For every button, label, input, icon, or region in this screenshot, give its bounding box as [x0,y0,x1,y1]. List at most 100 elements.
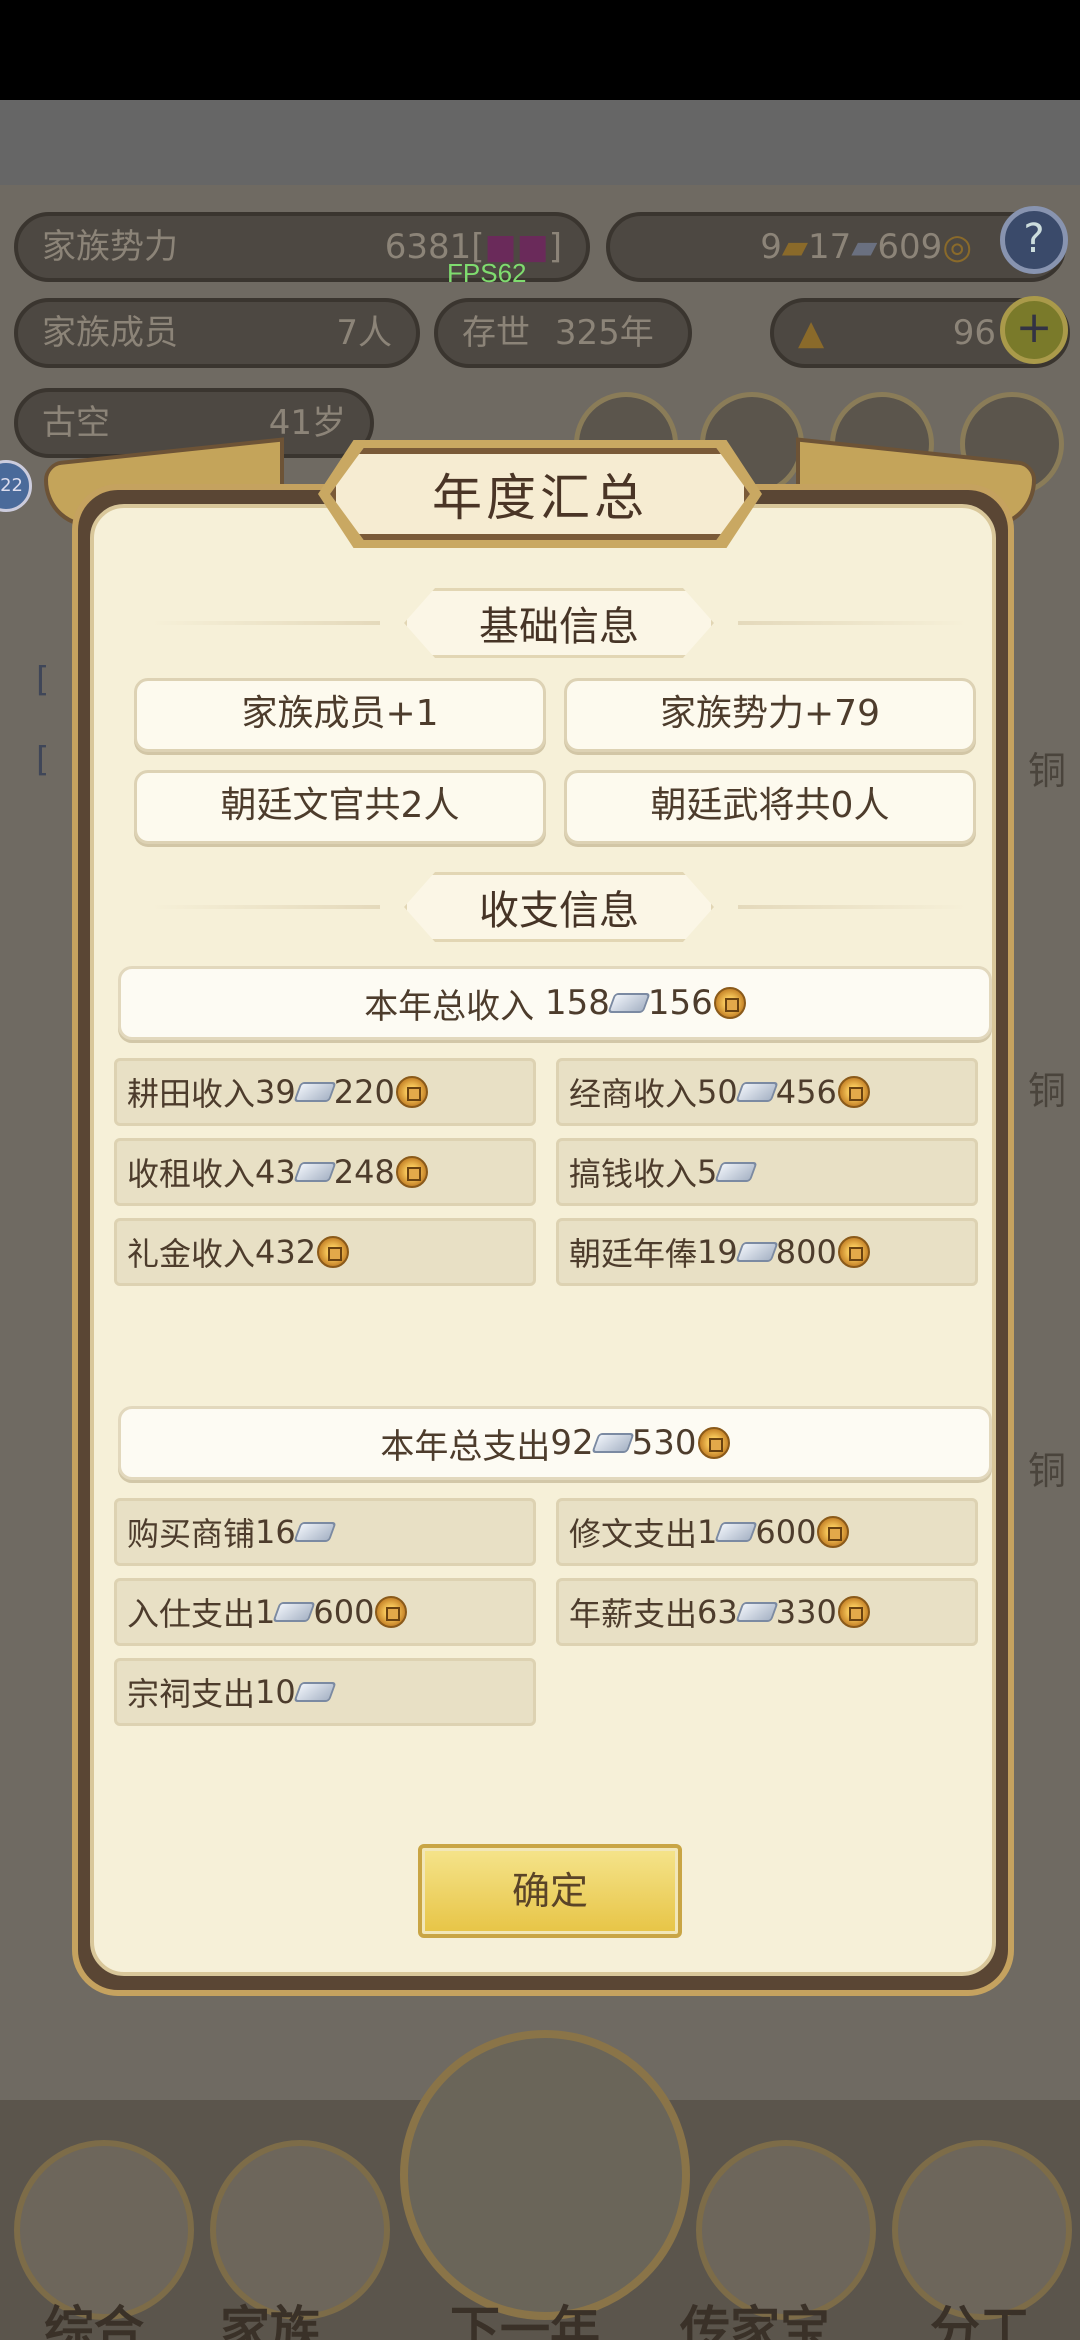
silver-ingot-icon [293,1682,337,1702]
generation-label: 存世 [462,313,530,353]
family-members-pill: 家族成员 7人 [14,298,420,368]
expense-item: 年薪支出 63 330 [556,1578,978,1646]
income-total-bar: 本年总收入 158 156 [118,966,992,1040]
basic-info-item: 朝廷武将共0人 [564,770,976,844]
expense-item-coin: 330 [775,1593,837,1631]
expense-item-silver: 10 [255,1673,296,1711]
gold-ingot-icon: ▲ [798,313,825,353]
silver-ingot-icon [714,1522,759,1542]
log-line: [ [36,740,50,780]
expense-total-label: 本年总支出 [380,1426,551,1467]
income-item-label: 收租收入 [127,1155,256,1193]
silver-count: 17 [808,227,852,267]
basic-info-item: 家族势力+79 [564,678,976,752]
income-item-coin: 248 [333,1153,395,1191]
divider-line [150,905,380,909]
expense-item-silver: 1 [697,1513,718,1551]
copper-coin-icon [837,1236,870,1268]
finance-info-title: 收支信息 [404,872,714,942]
expense-item-coin: 600 [755,1513,817,1551]
family-power-label: 家族势力 [42,227,178,267]
family-members-value: 7人 [336,313,392,353]
income-item: 礼金收入 432 [114,1218,536,1286]
nav-label-next-year: 下一年 [450,2301,600,2340]
income-item: 经商收入 50 456 [556,1058,978,1126]
silver-ingot-icon [591,1433,635,1453]
income-item-label: 耕田收入 [127,1075,256,1113]
income-item-silver: 50 [697,1073,738,1111]
expense-item-silver: 16 [255,1513,296,1551]
nav-label-heirloom: 传家宝 [680,2301,830,2340]
nav-label-family: 家族 [220,2301,320,2340]
coin-count: 609 [877,227,943,267]
ingot-count: 96 [952,313,996,353]
income-item-silver: 39 [255,1073,296,1111]
status-bar [0,0,1080,100]
basic-info-title: 基础信息 [404,588,714,658]
top-strip [0,100,1080,185]
nav-label-assign: 分工 [930,2301,1030,2340]
add-ingot-button[interactable]: + [1000,296,1068,364]
finance-info-header: 收支信息 [94,872,1024,942]
income-total-silver: 158 [545,983,610,1023]
divider-line [150,621,380,625]
next-year-button[interactable] [400,2030,690,2320]
expense-item: 修文支出 1 600 [556,1498,978,1566]
dialog-title: 年度汇总 [330,448,750,540]
log-suffix: 铜 [1027,749,1066,793]
income-item-label: 经商收入 [569,1075,698,1113]
copper-coin-icon [713,987,746,1019]
income-total-coin: 156 [647,983,713,1023]
silver-ingot-icon [293,1082,337,1102]
copper-coin-icon [317,1236,350,1268]
annual-summary-dialog: 基础信息 家族成员+1 家族势力+79 朝廷文官共2人 朝廷武将共0人 收支信息… [78,490,1008,1990]
income-item-silver: 5 [697,1153,718,1191]
income-item-coin: 432 [255,1233,317,1271]
silver-ingot-icon [735,1242,779,1262]
income-item-coin: 800 [775,1233,837,1271]
silver-ingot-icon [735,1082,779,1102]
expense-item-label: 购买商铺 [127,1515,256,1553]
income-item-coin: 456 [775,1073,837,1111]
silver-ingot-icon [714,1162,759,1182]
silver-ingot-icon [272,1602,317,1622]
copper-coin-icon [817,1516,850,1548]
silver-ingot-icon [735,1602,779,1622]
copper-coin-icon [837,1076,870,1108]
income-item: 收租收入 43 248 [114,1138,536,1206]
gold-count: 9 [760,227,782,267]
income-item: 搞钱收入 5 [556,1138,978,1206]
expense-item-label: 入仕支出 [127,1595,256,1633]
expense-total-silver: 92 [550,1423,594,1463]
help-icon[interactable]: ? [1000,206,1068,274]
income-item-silver: 19 [697,1233,738,1271]
patriarch-name: 古空 [42,403,110,443]
income-total-label: 本年总收入 [364,986,545,1027]
basic-info-header: 基础信息 [94,588,1024,658]
income-item-label: 朝廷年俸 [569,1235,698,1273]
income-item-silver: 43 [255,1153,296,1191]
expense-item: 宗祠支出 10 [114,1658,536,1726]
log-suffix: 铜 [1027,1449,1066,1493]
confirm-button[interactable]: 确定 [418,1844,682,1938]
currency-pill: 9▰17▰609◎ [606,212,1066,282]
expense-item-label: 修文支出 [569,1515,698,1553]
family-members-label: 家族成员 [42,313,178,353]
income-item: 耕田收入 39 220 [114,1058,536,1126]
income-item-label: 搞钱收入 [569,1155,698,1193]
income-item: 朝廷年俸 19 800 [556,1218,978,1286]
income-item-coin: 220 [333,1073,395,1111]
generation-value: 325年 [554,313,654,353]
copper-coin-icon [375,1596,408,1628]
fps-counter: FPS62 [447,258,527,288]
basic-info-item: 家族成员+1 [134,678,546,752]
expense-item-silver: 1 [255,1593,276,1631]
silver-ingot-icon [293,1522,337,1542]
log-line: [ [36,660,50,700]
divider-line [738,905,968,909]
nav-label-overview: 综合 [44,2301,144,2340]
copper-coin-icon [395,1156,428,1188]
expense-item: 购买商铺 16 [114,1498,536,1566]
expense-total-bar: 本年总支出 92 530 [118,1406,992,1480]
expense-item: 入仕支出 1 600 [114,1578,536,1646]
